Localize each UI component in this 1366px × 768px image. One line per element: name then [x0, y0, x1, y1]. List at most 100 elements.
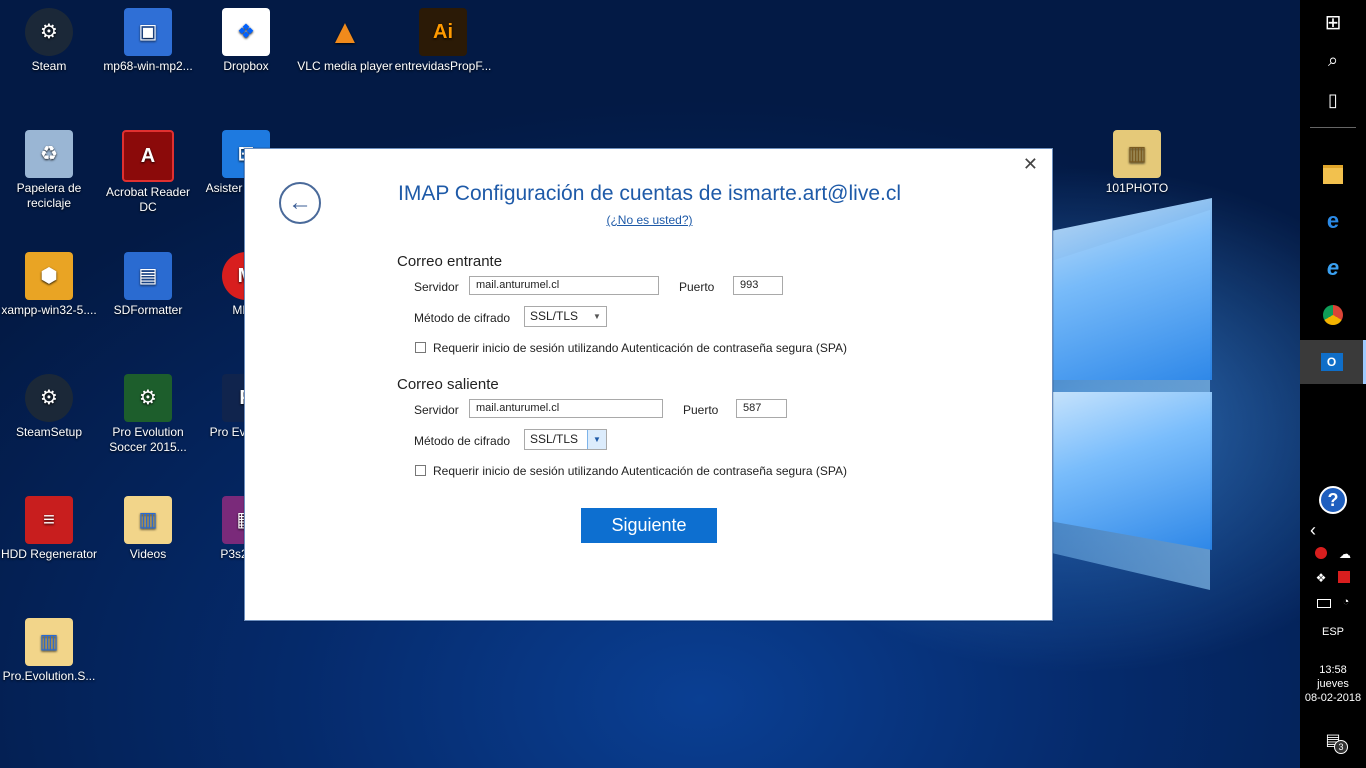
- desktop-icon-dropbox[interactable]: ❖ Dropbox: [197, 8, 295, 74]
- tray-row-3: ◔: [1300, 596, 1366, 608]
- outgoing-spa-checkbox[interactable]: [415, 465, 426, 476]
- battery-icon[interactable]: [1316, 599, 1331, 608]
- acrobat-icon: A: [122, 130, 174, 182]
- steam-icon: ⚙: [25, 8, 73, 56]
- taskbar-internet-explorer[interactable]: e: [1300, 246, 1366, 290]
- dropbox-tray-icon[interactable]: ❖: [1316, 571, 1327, 585]
- help-icon: ?: [1319, 486, 1347, 514]
- desktop-icon-label: Videos: [129, 547, 167, 561]
- desktop-icon-videos[interactable]: ▥ Videos: [99, 496, 197, 562]
- mega-tray-icon[interactable]: [1315, 547, 1327, 559]
- outgoing-encryption-label: Método de cifrado: [414, 434, 511, 448]
- pes-icon: ⚙: [124, 374, 172, 422]
- clock-day: jueves: [1317, 678, 1349, 690]
- desktop-icon-steamsetup[interactable]: ⚙ SteamSetup: [0, 374, 98, 440]
- next-button[interactable]: Siguiente: [581, 508, 717, 543]
- desktop-icon-vlc[interactable]: ▲ VLC media player: [296, 8, 394, 74]
- steam-icon: ⚙: [25, 374, 73, 422]
- folder-icon: ▥: [25, 618, 73, 666]
- incoming-mail-heading: Correo entrante: [397, 253, 503, 270]
- incoming-encryption-select[interactable]: SSL/TLS ▼: [524, 306, 607, 327]
- chevron-down-icon: ▼: [593, 312, 601, 321]
- illustrator-icon: Ai: [419, 8, 467, 56]
- outlook-icon: O: [1320, 353, 1343, 371]
- desktop-icon-label: Pro Evolution Soccer 2015...: [109, 425, 187, 454]
- edge-icon: e: [1326, 208, 1340, 233]
- desktop-icon-label: SDFormatter: [113, 303, 183, 317]
- action-center-button[interactable]: ▤ 3: [1300, 730, 1366, 754]
- outgoing-spa-label: Requerir inicio de sesión utilizando Aut…: [433, 464, 848, 478]
- desktop-icon-pes2015[interactable]: ⚙ Pro Evolution Soccer 2015...: [99, 374, 197, 455]
- acrobat-tray-icon[interactable]: [1338, 571, 1351, 583]
- desktop-icon-label: 101PHOTO: [1105, 181, 1169, 195]
- desktop-icon-mp68[interactable]: ▣ mp68-win-mp2...: [99, 8, 197, 74]
- notification-count-badge: 3: [1334, 740, 1348, 754]
- show-hidden-icons-button[interactable]: ‹: [1310, 520, 1366, 541]
- folder-icon: ▥: [1113, 130, 1161, 178]
- recycle-bin-icon: ♻: [25, 130, 73, 178]
- incoming-encryption-label: Método de cifrado: [414, 311, 511, 325]
- desktop-icon-recycle-bin[interactable]: ♻ Papelera de reciclaje: [0, 130, 98, 211]
- outgoing-encryption-select[interactable]: SSL/TLS ▼: [524, 429, 607, 450]
- desktop-icon-label: Pro.Evolution.S...: [2, 669, 96, 683]
- taskbar-file-explorer[interactable]: [1300, 152, 1366, 196]
- desktop-icon-hdd-regenerator[interactable]: ≡ HDD Regenerator: [0, 496, 98, 562]
- incoming-port-input[interactable]: 993: [733, 276, 783, 295]
- outgoing-encryption-value: SSL/TLS: [530, 432, 579, 446]
- desktop-icon-label: HDD Regenerator: [0, 547, 98, 561]
- task-view-button[interactable]: ▯: [1300, 78, 1366, 122]
- desktop-icon-label: Dropbox: [223, 59, 269, 73]
- dropbox-icon: ❖: [222, 8, 270, 56]
- taskbar: ⊞ ⌕ ▯ e e O ? ‹ ☁ ❖ ◔ ESP 13:58 jueves 0…: [1300, 0, 1366, 768]
- chevron-down-icon: ▼: [587, 430, 606, 449]
- windows-start-icon: ⊞: [1324, 11, 1342, 34]
- tray-row-1: ☁: [1300, 547, 1366, 561]
- hdd-regenerator-icon: ≡: [25, 496, 73, 544]
- incoming-server-input[interactable]: mail.anturumel.cl: [469, 276, 659, 295]
- incoming-spa-label: Requerir inicio de sesión utilizando Aut…: [433, 341, 848, 355]
- close-icon: ✕: [1022, 154, 1038, 174]
- folder-icon: ▥: [124, 496, 172, 544]
- taskbar-outlook[interactable]: O: [1300, 340, 1366, 384]
- not-you-link[interactable]: (¿No es usted?): [245, 213, 1054, 227]
- help-button[interactable]: ?: [1300, 478, 1366, 522]
- search-button[interactable]: ⌕: [1300, 38, 1366, 82]
- task-view-icon: ▯: [1328, 89, 1338, 110]
- desktop-icon-label: entrevidasPropF...: [394, 59, 492, 73]
- desktop-icon-101photo[interactable]: ▥ 101PHOTO: [1088, 130, 1186, 196]
- desktop-icon-pro-evolution-folder[interactable]: ▥ Pro.Evolution.S...: [0, 618, 98, 684]
- outgoing-port-input[interactable]: 587: [736, 399, 787, 418]
- desktop-icon-label: Steam: [31, 59, 67, 73]
- clock-date: 08-02-2018: [1304, 692, 1362, 704]
- desktop-icon-sdformatter[interactable]: ▤ SDFormatter: [99, 252, 197, 318]
- dialog-title: IMAP Configuración de cuentas de ismarte…: [398, 182, 901, 205]
- tray-row-2: ❖: [1300, 571, 1366, 585]
- outgoing-port-label: Puerto: [683, 403, 719, 417]
- desktop-icon-acrobat[interactable]: A Acrobat Reader DC: [99, 130, 197, 215]
- imap-account-settings-dialog: ✕ ← IMAP Configuración de cuentas de ism…: [244, 148, 1053, 621]
- desktop-icon-ai-file[interactable]: Ai entrevidasPropF...: [394, 8, 492, 74]
- desktop-icon-label: Papelera de reciclaje: [16, 181, 82, 210]
- desktop-icon-label: mp68-win-mp2...: [103, 59, 193, 73]
- taskbar-divider: [1310, 127, 1356, 128]
- onedrive-tray-icon[interactable]: ☁: [1339, 547, 1351, 561]
- desktop-icon-steam[interactable]: ⚙ Steam: [0, 8, 98, 74]
- desktop-icon-label: xampp-win32-5....: [1, 303, 97, 317]
- incoming-spa-checkbox[interactable]: [415, 342, 426, 353]
- wallpaper-pane-top: [1052, 198, 1212, 380]
- search-icon: ⌕: [1327, 49, 1339, 70]
- taskbar-chrome[interactable]: [1300, 293, 1366, 337]
- keyboard-language[interactable]: ESP: [1300, 626, 1366, 638]
- installer-icon: ▣: [124, 8, 172, 56]
- clock[interactable]: 13:58 jueves 08-02-2018: [1300, 664, 1366, 704]
- taskbar-edge[interactable]: e: [1300, 199, 1366, 243]
- chevron-left-icon: ‹: [1310, 520, 1316, 540]
- desktop-icon-xampp[interactable]: ⬢ xampp-win32-5....: [0, 252, 98, 318]
- chrome-icon: [1323, 305, 1343, 325]
- wifi-icon[interactable]: ◔: [1343, 596, 1350, 608]
- close-button[interactable]: ✕: [1023, 154, 1038, 175]
- vlc-icon: ▲: [328, 12, 362, 51]
- desktop-icon-label: VLC media player: [297, 59, 393, 73]
- outgoing-server-input[interactable]: mail.anturumel.cl: [469, 399, 663, 418]
- outgoing-mail-heading: Correo saliente: [397, 376, 499, 393]
